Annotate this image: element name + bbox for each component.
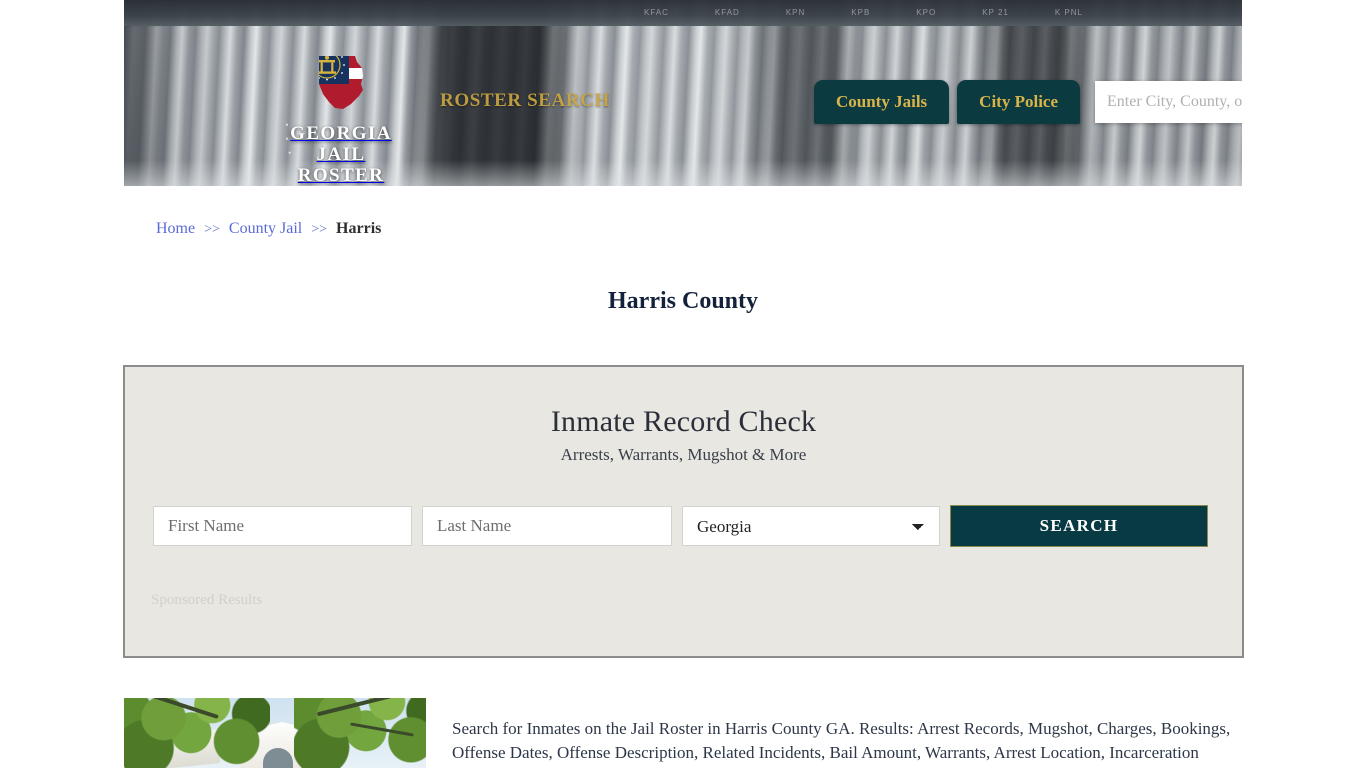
logo-line-2: JAIL ROSTER (297, 144, 385, 186)
breadcrumb-item-current: Harris (336, 220, 382, 237)
shelf-label: KPO (916, 7, 937, 17)
georgia-state-flag-icon (305, 56, 377, 122)
inmate-search-form: Georgia SEARCH (153, 505, 1217, 547)
courthouse-thumbnail[interactable] (124, 698, 426, 768)
header-shelf-labels: KFAC KFAD KPN KPB KPO KP 21 K PNL (644, 4, 1242, 20)
header-search-input[interactable] (1095, 81, 1242, 123)
shelf-label: KPN (785, 7, 806, 17)
inmate-search-button[interactable]: SEARCH (950, 505, 1208, 547)
panel-title: Inmate Record Check (550, 405, 817, 438)
shelf-label: KFAC (644, 7, 669, 17)
shelf-label: K PNL (1054, 7, 1083, 17)
header-nav: County Jails City Police (814, 80, 1081, 124)
page-description: Search for Inmates on the Jail Roster in… (452, 719, 1231, 768)
header-search (1095, 81, 1242, 123)
first-name-input[interactable] (153, 506, 412, 546)
nav-tab-city-police[interactable]: City Police (957, 80, 1081, 124)
breadcrumb-item-county-jail[interactable]: County Jail (229, 220, 302, 238)
site-header: KFAC KFAD KPN KPB KPO KP 21 K PNL GEORGI… (124, 0, 1242, 186)
breadcrumb: Home >> County Jail >> Harris (156, 220, 381, 238)
page-title: Harris County (608, 288, 758, 315)
inmate-record-check-panel: Inmate Record Check Arrests, Warrants, M… (123, 365, 1244, 658)
sponsored-results-label: Sponsored Results (151, 592, 263, 608)
state-select[interactable]: Georgia (682, 506, 940, 546)
roster-search-wordmark: ROSTER SEARCH (440, 90, 610, 111)
site-logo[interactable]: GEORGIA JAIL ROSTER (276, 46, 406, 186)
shelf-label: KP 21 (982, 7, 1009, 17)
last-name-input[interactable] (422, 506, 672, 546)
shelf-label: KPB (851, 7, 871, 17)
shelf-label: KFAD (714, 7, 740, 17)
panel-subtitle: Arrests, Warrants, Mugshot & More (560, 445, 807, 464)
breadcrumb-separator: >> (311, 222, 328, 237)
breadcrumb-separator: >> (204, 222, 220, 237)
page-root: KFAC KFAD KPN KPB KPO KP 21 K PNL GEORGI… (0, 0, 1366, 768)
logo-line-1: GEORGIA (290, 123, 392, 144)
breadcrumb-item-home[interactable]: Home (156, 220, 195, 238)
nav-tab-county-jails[interactable]: County Jails (814, 80, 950, 124)
